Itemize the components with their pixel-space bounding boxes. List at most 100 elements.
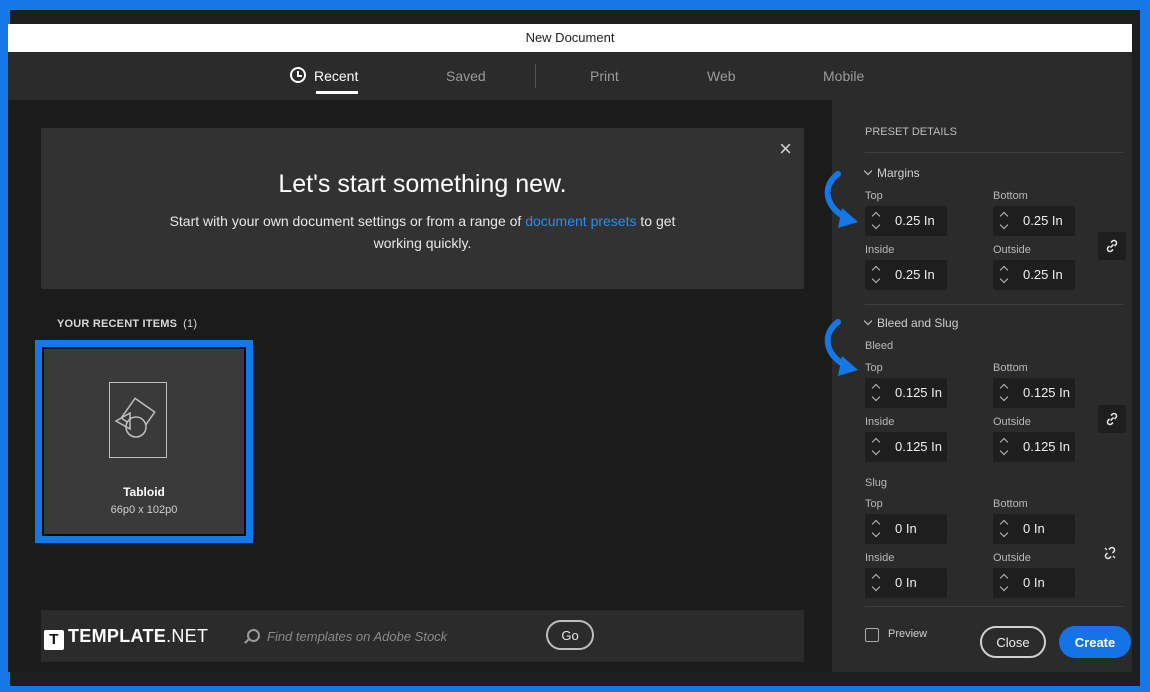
logo-mark: T [44,630,64,650]
chevron-down-icon [863,316,873,326]
margin-bottom-value: 0.25 In [1023,213,1063,228]
link-margins-icon[interactable] [1098,232,1126,260]
margin-top-value: 0.25 In [895,213,935,228]
preview-label: Preview [888,628,928,640]
stepper-icon[interactable] [999,264,1009,286]
slug-outside-field[interactable]: 0 In [993,568,1075,598]
margin-outside-field[interactable]: 0.25 In [993,260,1075,290]
annotation-arrow-icon [824,171,858,228]
stepper-icon[interactable] [999,436,1009,458]
bleed-bottom-value: 0.125 In [1023,385,1070,400]
search-input[interactable] [267,626,537,646]
template-net-logo: T TEMPLATE.NET [44,626,208,650]
bleed-outside-label: Outside [993,416,1031,428]
bleed-bottom-label: Bottom [993,362,1028,374]
stepper-icon[interactable] [999,210,1009,232]
bleed-inside-label: Inside [865,416,895,428]
margin-outside-value: 0.25 In [1023,267,1063,282]
bleed-inside-field[interactable]: 0.125 In [865,432,947,462]
recent-count: (1) [183,318,198,330]
tab-divider [535,64,536,88]
tab-web[interactable]: Web [707,52,736,100]
margin-bottom-field[interactable]: 0.25 In [993,206,1075,236]
logo-name: TEMPLATE [68,626,167,646]
slug-outside-label: Outside [993,552,1031,564]
margin-outside-label: Outside [993,244,1031,256]
go-button[interactable]: Go [546,620,594,650]
unlink-slug-icon[interactable] [1102,545,1124,567]
stepper-icon[interactable] [999,518,1009,540]
logo-suffix: .NET [166,626,209,646]
tab-mobile[interactable]: Mobile [823,52,864,100]
divider [865,304,1124,305]
stepper-icon[interactable] [871,264,881,286]
bleed-outside-value: 0.125 In [1023,439,1070,454]
margin-inside-field[interactable]: 0.25 In [865,260,947,290]
slug-top-label: Top [865,498,883,510]
slug-label: Slug [865,477,888,489]
slug-inside-value: 0 In [895,575,917,590]
bleed-slug-label: Bleed and Slug [877,316,959,330]
bleed-bottom-field[interactable]: 0.125 In [993,378,1075,408]
recent-items-heading: YOUR RECENT ITEMS (1) [57,318,197,330]
document-presets-link[interactable]: document presets [525,213,636,229]
stepper-icon[interactable] [871,518,881,540]
margins-section-toggle[interactable]: Margins [863,166,920,180]
slug-inside-field[interactable]: 0 In [865,568,947,598]
annotation-arrow-icon [824,319,858,376]
recent-item-tabloid[interactable]: Tabloid 66p0 x 102p0 [35,340,253,543]
tab-saved[interactable]: Saved [446,52,486,100]
preview-checkbox[interactable] [865,628,879,642]
slug-bottom-value: 0 In [1023,521,1045,536]
margin-inside-value: 0.25 In [895,267,935,282]
divider [865,152,1124,153]
bleed-slug-section-toggle[interactable]: Bleed and Slug [863,316,959,330]
bleed-inside-value: 0.125 In [895,439,942,454]
bleed-top-field[interactable]: 0.125 In [865,378,947,408]
tab-recent[interactable]: Recent [290,52,359,100]
slug-bottom-label: Bottom [993,498,1028,510]
tab-label: Recent [314,68,359,84]
template-search-bar: TTEMPLATE.NET Go [41,610,804,662]
document-shapes-icon [109,382,167,458]
bleed-label: Bleed [865,340,894,352]
welcome-banner: × Let's start something new. Start with … [41,128,804,289]
window-title: New Document [8,24,1132,52]
bleed-outside-field[interactable]: 0.125 In [993,432,1075,462]
slug-bottom-field[interactable]: 0 In [993,514,1075,544]
clock-icon [290,67,306,83]
main-content: × Let's start something new. Start with … [8,100,832,672]
stepper-icon[interactable] [999,572,1009,594]
stepper-icon[interactable] [871,210,881,232]
recent-item-name: Tabloid [123,485,165,499]
margin-inside-label: Inside [865,244,895,256]
stepper-icon[interactable] [871,382,881,404]
welcome-title: Let's start something new. [278,170,567,198]
recent-heading-label: YOUR RECENT ITEMS [57,318,178,330]
margins-label: Margins [877,166,920,180]
recent-item-size: 66p0 x 102p0 [110,504,178,516]
welcome-description: Start with your own document settings or… [151,210,694,254]
margin-top-field[interactable]: 0.25 In [865,206,947,236]
margin-top-label: Top [865,190,883,202]
preset-details-panel: PRESET DETAILS Margins Top Bottom 0.25 I… [832,100,1132,672]
stepper-icon[interactable] [871,572,881,594]
divider [865,606,1124,607]
stepper-icon[interactable] [871,436,881,458]
recent-item-body: Tabloid 66p0 x 102p0 [47,352,241,531]
close-button[interactable]: Close [980,626,1046,658]
slug-inside-label: Inside [865,552,895,564]
preset-details-heading: PRESET DETAILS [865,126,957,138]
close-icon[interactable]: × [779,136,792,162]
chevron-down-icon [863,166,873,176]
slug-top-value: 0 In [895,521,917,536]
tab-bar: Recent Saved Print Web Mobile [8,52,1132,100]
stepper-icon[interactable] [999,382,1009,404]
active-tab-indicator [316,91,359,94]
slug-top-field[interactable]: 0 In [865,514,947,544]
bleed-top-label: Top [865,362,883,374]
link-bleed-icon[interactable] [1098,405,1126,433]
tab-print[interactable]: Print [590,52,619,100]
create-button[interactable]: Create [1059,626,1131,658]
recent-item-thumbnail: Tabloid 66p0 x 102p0 [42,347,246,536]
